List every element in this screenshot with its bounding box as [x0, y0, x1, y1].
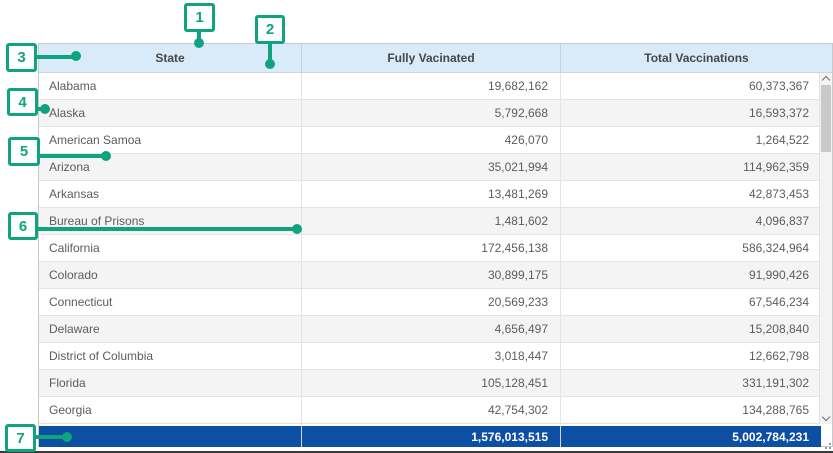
- cell-fully-vaccinated: 20,569,233: [302, 289, 561, 315]
- cell-total-vaccinations: 331,191,302: [561, 370, 821, 396]
- cell-total-vaccinations: 12,662,798: [561, 343, 821, 369]
- cell-total-vaccinations: 16,593,372: [561, 100, 821, 126]
- annotation-marker-7: 7: [5, 424, 36, 452]
- table-total-row: 1,576,013,515 5,002,784,231: [39, 426, 821, 447]
- annotation-label: 4: [18, 94, 26, 111]
- chevron-down-icon[interactable]: [822, 413, 830, 421]
- cell-total-vaccinations: 42,873,453: [561, 181, 821, 207]
- annotation-connector-5: [39, 154, 103, 158]
- table-row[interactable]: Connecticut20,569,23367,546,234: [39, 289, 821, 316]
- cell-fully-vaccinated: 13,481,269: [302, 181, 561, 207]
- total-row-state-cell: [39, 426, 302, 447]
- cell-total-vaccinations: 91,990,426: [561, 262, 821, 288]
- cell-total-vaccinations: 15,208,840: [561, 316, 821, 342]
- vaccination-table: State Fully Vacinated Total Vaccinations…: [38, 43, 833, 447]
- annotation-connector-6: [37, 227, 294, 231]
- cell-state: District of Columbia: [39, 343, 302, 369]
- column-header-fully-vaccinated[interactable]: Fully Vacinated: [302, 44, 561, 72]
- cell-fully-vaccinated: 42,754,302: [302, 397, 561, 423]
- table-row[interactable]: Delaware4,656,49715,208,840: [39, 316, 821, 343]
- annotation-connector-7: [35, 435, 65, 439]
- annotation-label: 2: [266, 21, 274, 38]
- annotation-connector-3: [36, 55, 74, 59]
- table-row[interactable]: Colorado30,899,17591,990,426: [39, 262, 821, 289]
- table-body: Alabama19,682,16260,373,367Alaska5,792,6…: [39, 73, 821, 424]
- table-row[interactable]: Alabama19,682,16260,373,367: [39, 73, 821, 100]
- annotation-dot-4: [40, 104, 50, 114]
- cell-total-vaccinations: 60,373,367: [561, 73, 821, 99]
- annotation-dot-1: [194, 38, 204, 48]
- annotation-dot-7: [62, 432, 72, 442]
- cell-state: Georgia: [39, 397, 302, 423]
- table-row[interactable]: Arizona35,021,994114,962,359: [39, 154, 821, 181]
- table-row[interactable]: California172,456,138586,324,964: [39, 235, 821, 262]
- annotation-marker-2: 2: [255, 15, 285, 44]
- annotation-dot-3: [71, 51, 81, 61]
- table-row[interactable]: Florida105,128,451331,191,302: [39, 370, 821, 397]
- cell-state: Delaware: [39, 316, 302, 342]
- cell-state: Florida: [39, 370, 302, 396]
- scrollbar-thumb[interactable]: [821, 85, 831, 152]
- annotation-marker-6: 6: [8, 212, 38, 240]
- cell-fully-vaccinated: 35,021,994: [302, 154, 561, 180]
- cell-total-vaccinations: 114,962,359: [561, 154, 821, 180]
- annotation-marker-1: 1: [184, 3, 215, 32]
- cell-state: California: [39, 235, 302, 261]
- table-row[interactable]: Alaska5,792,66816,593,372: [39, 100, 821, 127]
- cell-fully-vaccinated: 105,128,451: [302, 370, 561, 396]
- cell-fully-vaccinated: 30,899,175: [302, 262, 561, 288]
- annotation-label: 7: [16, 430, 24, 447]
- cell-total-vaccinations: 4,096,837: [561, 208, 821, 234]
- table-row[interactable]: American Samoa426,0701,264,522: [39, 127, 821, 154]
- column-header-total-vaccinations[interactable]: Total Vaccinations: [561, 44, 832, 72]
- cell-state: Colorado: [39, 262, 302, 288]
- annotation-marker-3: 3: [6, 43, 37, 72]
- table-row[interactable]: District of Columbia3,018,44712,662,798: [39, 343, 821, 370]
- annotation-label: 6: [19, 218, 27, 235]
- cell-state: Arkansas: [39, 181, 302, 207]
- annotation-dot-5: [101, 151, 111, 161]
- total-total-vaccinations: 5,002,784,231: [561, 426, 821, 447]
- cell-state: Alaska: [39, 100, 302, 126]
- cell-fully-vaccinated: 1,481,602: [302, 208, 561, 234]
- cell-total-vaccinations: 1,264,522: [561, 127, 821, 153]
- cell-state: Connecticut: [39, 289, 302, 315]
- annotation-dot-2: [265, 59, 275, 69]
- cell-fully-vaccinated: 3,018,447: [302, 343, 561, 369]
- cell-total-vaccinations: 586,324,964: [561, 235, 821, 261]
- annotation-label: 1: [195, 9, 203, 26]
- vaccination-table-screenshot: State Fully Vacinated Total Vaccinations…: [0, 0, 833, 453]
- cell-state: Alabama: [39, 73, 302, 99]
- cell-total-vaccinations: 134,288,765: [561, 397, 821, 423]
- annotation-label: 5: [20, 143, 28, 160]
- table-header-row: State Fully Vacinated Total Vaccinations: [39, 44, 832, 73]
- cell-fully-vaccinated: 426,070: [302, 127, 561, 153]
- cell-fully-vaccinated: 19,682,162: [302, 73, 561, 99]
- vertical-scrollbar[interactable]: [819, 73, 832, 424]
- annotation-marker-5: 5: [8, 137, 40, 166]
- total-fully-vaccinated: 1,576,013,515: [302, 426, 561, 447]
- annotation-marker-4: 4: [7, 88, 38, 116]
- cell-fully-vaccinated: 4,656,497: [302, 316, 561, 342]
- table-row[interactable]: Arkansas13,481,26942,873,453: [39, 181, 821, 208]
- table-row[interactable]: Georgia42,754,302134,288,765: [39, 397, 821, 424]
- chevron-up-icon[interactable]: [822, 76, 830, 84]
- cell-fully-vaccinated: 172,456,138: [302, 235, 561, 261]
- cell-total-vaccinations: 67,546,234: [561, 289, 821, 315]
- cell-fully-vaccinated: 5,792,668: [302, 100, 561, 126]
- annotation-dot-6: [292, 224, 302, 234]
- cell-state: American Samoa: [39, 127, 302, 153]
- annotation-label: 3: [17, 49, 25, 66]
